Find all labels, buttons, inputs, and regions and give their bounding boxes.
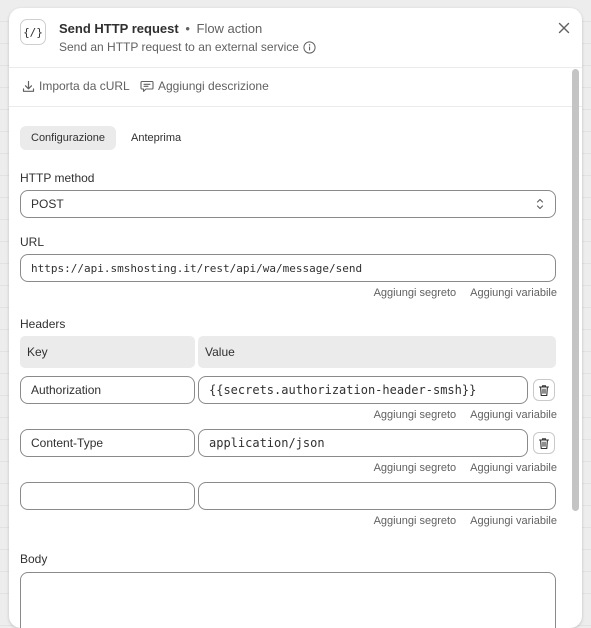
key-column-label: Key	[27, 345, 48, 359]
headers-key-column: Key	[20, 336, 195, 368]
tab-configurazione[interactable]: Configurazione	[20, 126, 116, 150]
url-add-secret-link[interactable]: Aggiungi segreto	[374, 287, 457, 299]
panel-toolbar: Importa da cURL Aggiungi descrizione	[9, 68, 582, 107]
header-value-input[interactable]: {{secrets.authorization-header-smsh}}	[198, 376, 528, 404]
trash-icon	[538, 437, 550, 449]
header-value-input[interactable]: application/json	[198, 429, 528, 457]
value-column-label: Value	[205, 345, 235, 359]
close-button[interactable]	[555, 19, 573, 37]
header-key-input[interactable]: Authorization	[20, 376, 195, 404]
panel-description: Send an HTTP request to an external serv…	[59, 40, 316, 54]
header-add-variable-link[interactable]: Aggiungi variabile	[470, 462, 557, 474]
url-input[interactable]: https://api.smshosting.it/rest/api/wa/me…	[20, 254, 556, 282]
http-method-label: HTTP method	[20, 171, 95, 185]
flow-action-panel: {/} Send HTTP request • Flow action Send…	[9, 8, 582, 628]
body-textarea[interactable]	[20, 572, 556, 628]
http-method-select[interactable]: POST	[20, 190, 556, 218]
code-icon: {/}	[20, 19, 46, 45]
header-add-variable-link[interactable]: Aggiungi variabile	[470, 515, 557, 527]
select-chevrons-icon	[536, 198, 544, 210]
add-description-button[interactable]: Aggiungi descrizione	[140, 79, 269, 93]
header-value-value: application/json	[209, 436, 325, 450]
header-add-secret-link[interactable]: Aggiungi segreto	[374, 462, 457, 474]
header-key-value: Authorization	[31, 383, 102, 397]
header-value-value: {{secrets.authorization-header-smsh}}	[209, 383, 477, 397]
header-key-value: Content-Type	[31, 436, 104, 450]
url-value: https://api.smshosting.it/rest/api/wa/me…	[31, 261, 363, 275]
tab-bar: Configurazione Anteprima	[20, 126, 192, 150]
url-label: URL	[20, 235, 45, 249]
download-icon	[22, 80, 35, 92]
panel-description-text: Send an HTTP request to an external serv…	[59, 40, 299, 54]
close-icon	[558, 22, 570, 34]
add-description-label: Aggiungi descrizione	[158, 79, 269, 93]
header-row-helpers: Aggiungi segreto Aggiungi variabile	[374, 409, 557, 421]
scrollbar-thumb[interactable]	[572, 69, 579, 511]
trash-icon	[538, 384, 550, 396]
url-add-variable-link[interactable]: Aggiungi variabile	[470, 287, 557, 299]
info-icon[interactable]	[303, 40, 316, 54]
panel-title: Send HTTP request	[59, 21, 179, 36]
header-add-secret-link[interactable]: Aggiungi segreto	[374, 515, 457, 527]
headers-value-column: Value	[198, 336, 556, 368]
delete-header-button[interactable]	[533, 379, 555, 401]
panel-header: {/} Send HTTP request • Flow action Send…	[9, 8, 582, 68]
http-method-value: POST	[31, 197, 64, 211]
import-curl-label: Importa da cURL	[39, 79, 130, 93]
url-helpers: Aggiungi segreto Aggiungi variabile	[374, 287, 557, 299]
import-curl-button[interactable]: Importa da cURL	[22, 79, 130, 93]
header-row-helpers: Aggiungi segreto Aggiungi variabile	[374, 462, 557, 474]
title-separator: •	[185, 21, 190, 36]
delete-header-button[interactable]	[533, 432, 555, 454]
header-value-input[interactable]	[198, 482, 556, 510]
headers-label: Headers	[20, 317, 66, 331]
header-add-variable-link[interactable]: Aggiungi variabile	[470, 409, 557, 421]
panel-type-tag: Flow action	[196, 21, 263, 36]
comment-icon	[140, 80, 154, 92]
header-key-input[interactable]	[20, 482, 195, 510]
title-line: Send HTTP request • Flow action	[59, 21, 262, 36]
header-row-helpers: Aggiungi segreto Aggiungi variabile	[374, 515, 557, 527]
body-label: Body	[20, 552, 48, 566]
header-key-input[interactable]: Content-Type	[20, 429, 195, 457]
header-add-secret-link[interactable]: Aggiungi segreto	[374, 409, 457, 421]
tab-anteprima[interactable]: Anteprima	[120, 126, 192, 150]
